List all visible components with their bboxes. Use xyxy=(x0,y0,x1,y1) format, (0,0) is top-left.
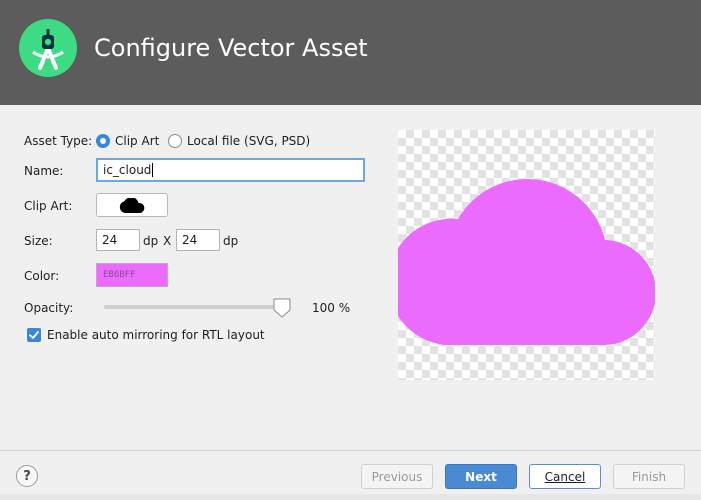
clip-art-label: Clip Art: xyxy=(24,199,73,213)
opacity-slider-thumb[interactable] xyxy=(273,298,291,318)
auto-mirroring-checkbox[interactable] xyxy=(27,328,41,342)
text-caret xyxy=(152,163,154,177)
local-file-radio-label[interactable]: Local file (SVG, PSD) xyxy=(187,134,310,148)
cloud-icon xyxy=(119,198,145,213)
opacity-label: Opacity: xyxy=(24,301,74,315)
auto-mirroring-label[interactable]: Enable auto mirroring for RTL layout xyxy=(47,328,265,342)
finish-button[interactable]: Finish xyxy=(613,464,685,489)
name-label: Name: xyxy=(24,164,64,178)
size-separator: X xyxy=(163,234,172,248)
checkmark-icon xyxy=(29,331,39,339)
size-width-unit: dp xyxy=(143,234,159,248)
size-width-input[interactable]: 24 xyxy=(96,229,140,251)
clip-art-button[interactable] xyxy=(96,193,168,217)
window-bottom-edge xyxy=(0,494,701,500)
cancel-button-label: Cancel xyxy=(544,469,586,484)
clip-art-radio[interactable] xyxy=(96,134,110,148)
dialog-header: Configure Vector Asset xyxy=(0,0,701,105)
color-label: Color: xyxy=(24,269,60,283)
size-height-input[interactable]: 24 xyxy=(176,229,220,251)
cloud-preview-icon xyxy=(398,179,655,346)
name-input-value: ic_cloud xyxy=(103,163,152,177)
dialog-title: Configure Vector Asset xyxy=(94,34,368,62)
size-height-unit: dp xyxy=(223,234,239,248)
asset-type-label: Asset Type: xyxy=(24,134,93,148)
size-label: Size: xyxy=(24,234,53,248)
footer-divider xyxy=(0,450,701,451)
name-input[interactable]: ic_cloud xyxy=(96,158,365,182)
color-swatch-button[interactable]: EB6BFF xyxy=(96,263,168,287)
opacity-value: 100 % xyxy=(312,301,351,315)
help-button[interactable]: ? xyxy=(16,465,38,487)
opacity-slider-track[interactable] xyxy=(104,305,290,309)
android-studio-icon xyxy=(19,19,77,77)
local-file-radio[interactable] xyxy=(168,134,182,148)
previous-button[interactable]: Previous xyxy=(361,464,433,489)
cancel-button[interactable]: Cancel xyxy=(529,464,601,489)
next-button[interactable]: Next xyxy=(445,464,517,489)
clip-art-radio-label[interactable]: Clip Art xyxy=(115,134,159,148)
icon-preview xyxy=(398,130,655,380)
